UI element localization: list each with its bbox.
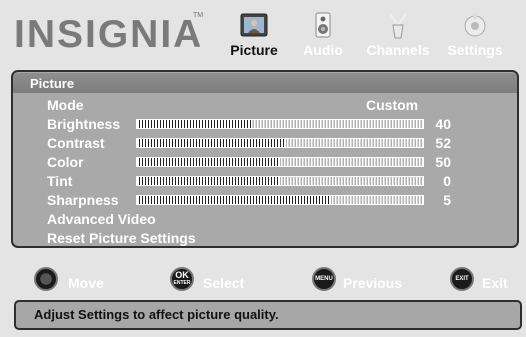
picture-icon bbox=[240, 13, 268, 37]
slider-label-tint[interactable]: Tint bbox=[47, 173, 72, 189]
slider-value-brightness: 40 bbox=[435, 116, 451, 132]
ok-enter-icon[interactable]: OK ENTER bbox=[170, 267, 194, 291]
tab-channels[interactable]: Channels bbox=[360, 8, 436, 62]
advanced-video-item[interactable]: Advanced Video bbox=[47, 211, 156, 227]
slider-label-color[interactable]: Color bbox=[47, 154, 84, 170]
slider-fill bbox=[137, 120, 252, 128]
insignia-logo: INSIGNIA bbox=[14, 13, 204, 56]
tab-channels-label: Channels bbox=[366, 42, 430, 58]
slider-label-contrast[interactable]: Contrast bbox=[47, 135, 105, 151]
slider-bar-brightness[interactable] bbox=[136, 119, 424, 129]
antenna-icon bbox=[389, 13, 407, 39]
exit-label: Exit bbox=[482, 275, 508, 291]
navigation-hints: Move OK ENTER Select MENU Previous EXIT … bbox=[12, 264, 518, 298]
slider-value-tint: 0 bbox=[443, 173, 451, 189]
menu-icon[interactable]: MENU bbox=[312, 267, 336, 291]
panel-title: Picture bbox=[30, 76, 75, 91]
slider-label-brightness[interactable]: Brightness bbox=[47, 116, 120, 132]
slider-fill bbox=[137, 158, 280, 166]
slider-fill bbox=[137, 196, 332, 204]
slider-value-color: 50 bbox=[435, 154, 451, 170]
speaker-icon bbox=[315, 12, 331, 38]
slider-bar-contrast[interactable] bbox=[136, 138, 424, 148]
tab-audio[interactable]: Audio bbox=[298, 8, 348, 62]
move-icon[interactable] bbox=[34, 267, 58, 291]
slider-bar-tint[interactable] bbox=[136, 176, 424, 186]
exit-icon[interactable]: EXIT bbox=[450, 267, 474, 291]
tab-picture[interactable]: Picture bbox=[222, 8, 286, 62]
select-label: Select bbox=[203, 275, 245, 291]
trademark-mark: TM bbox=[193, 12, 204, 19]
reset-picture-settings-item[interactable]: Reset Picture Settings bbox=[47, 230, 196, 246]
slider-bar-sharpness[interactable] bbox=[136, 195, 424, 205]
slider-fill bbox=[137, 177, 280, 185]
slider-value-sharpness: 5 bbox=[443, 192, 451, 208]
slider-fill bbox=[137, 139, 286, 147]
ok-icon-label: OK bbox=[175, 270, 189, 280]
mode-value[interactable]: Custom bbox=[366, 97, 418, 113]
slider-bar-color[interactable] bbox=[136, 157, 424, 167]
move-label: Move bbox=[68, 275, 104, 291]
tab-settings-label: Settings bbox=[447, 42, 503, 58]
panel-title-bar bbox=[13, 73, 517, 93]
enter-icon-label: ENTER bbox=[173, 280, 191, 286]
help-text: Adjust Settings to affect picture qualit… bbox=[34, 307, 279, 322]
previous-label: Previous bbox=[343, 275, 403, 291]
mode-label[interactable]: Mode bbox=[47, 97, 84, 113]
settings-icon bbox=[464, 13, 486, 37]
slider-label-sharpness[interactable]: Sharpness bbox=[47, 192, 119, 208]
tab-settings[interactable]: Settings bbox=[439, 8, 511, 62]
tab-audio-label: Audio bbox=[303, 42, 343, 58]
tab-picture-label: Picture bbox=[230, 42, 278, 58]
slider-value-contrast: 52 bbox=[435, 135, 451, 151]
